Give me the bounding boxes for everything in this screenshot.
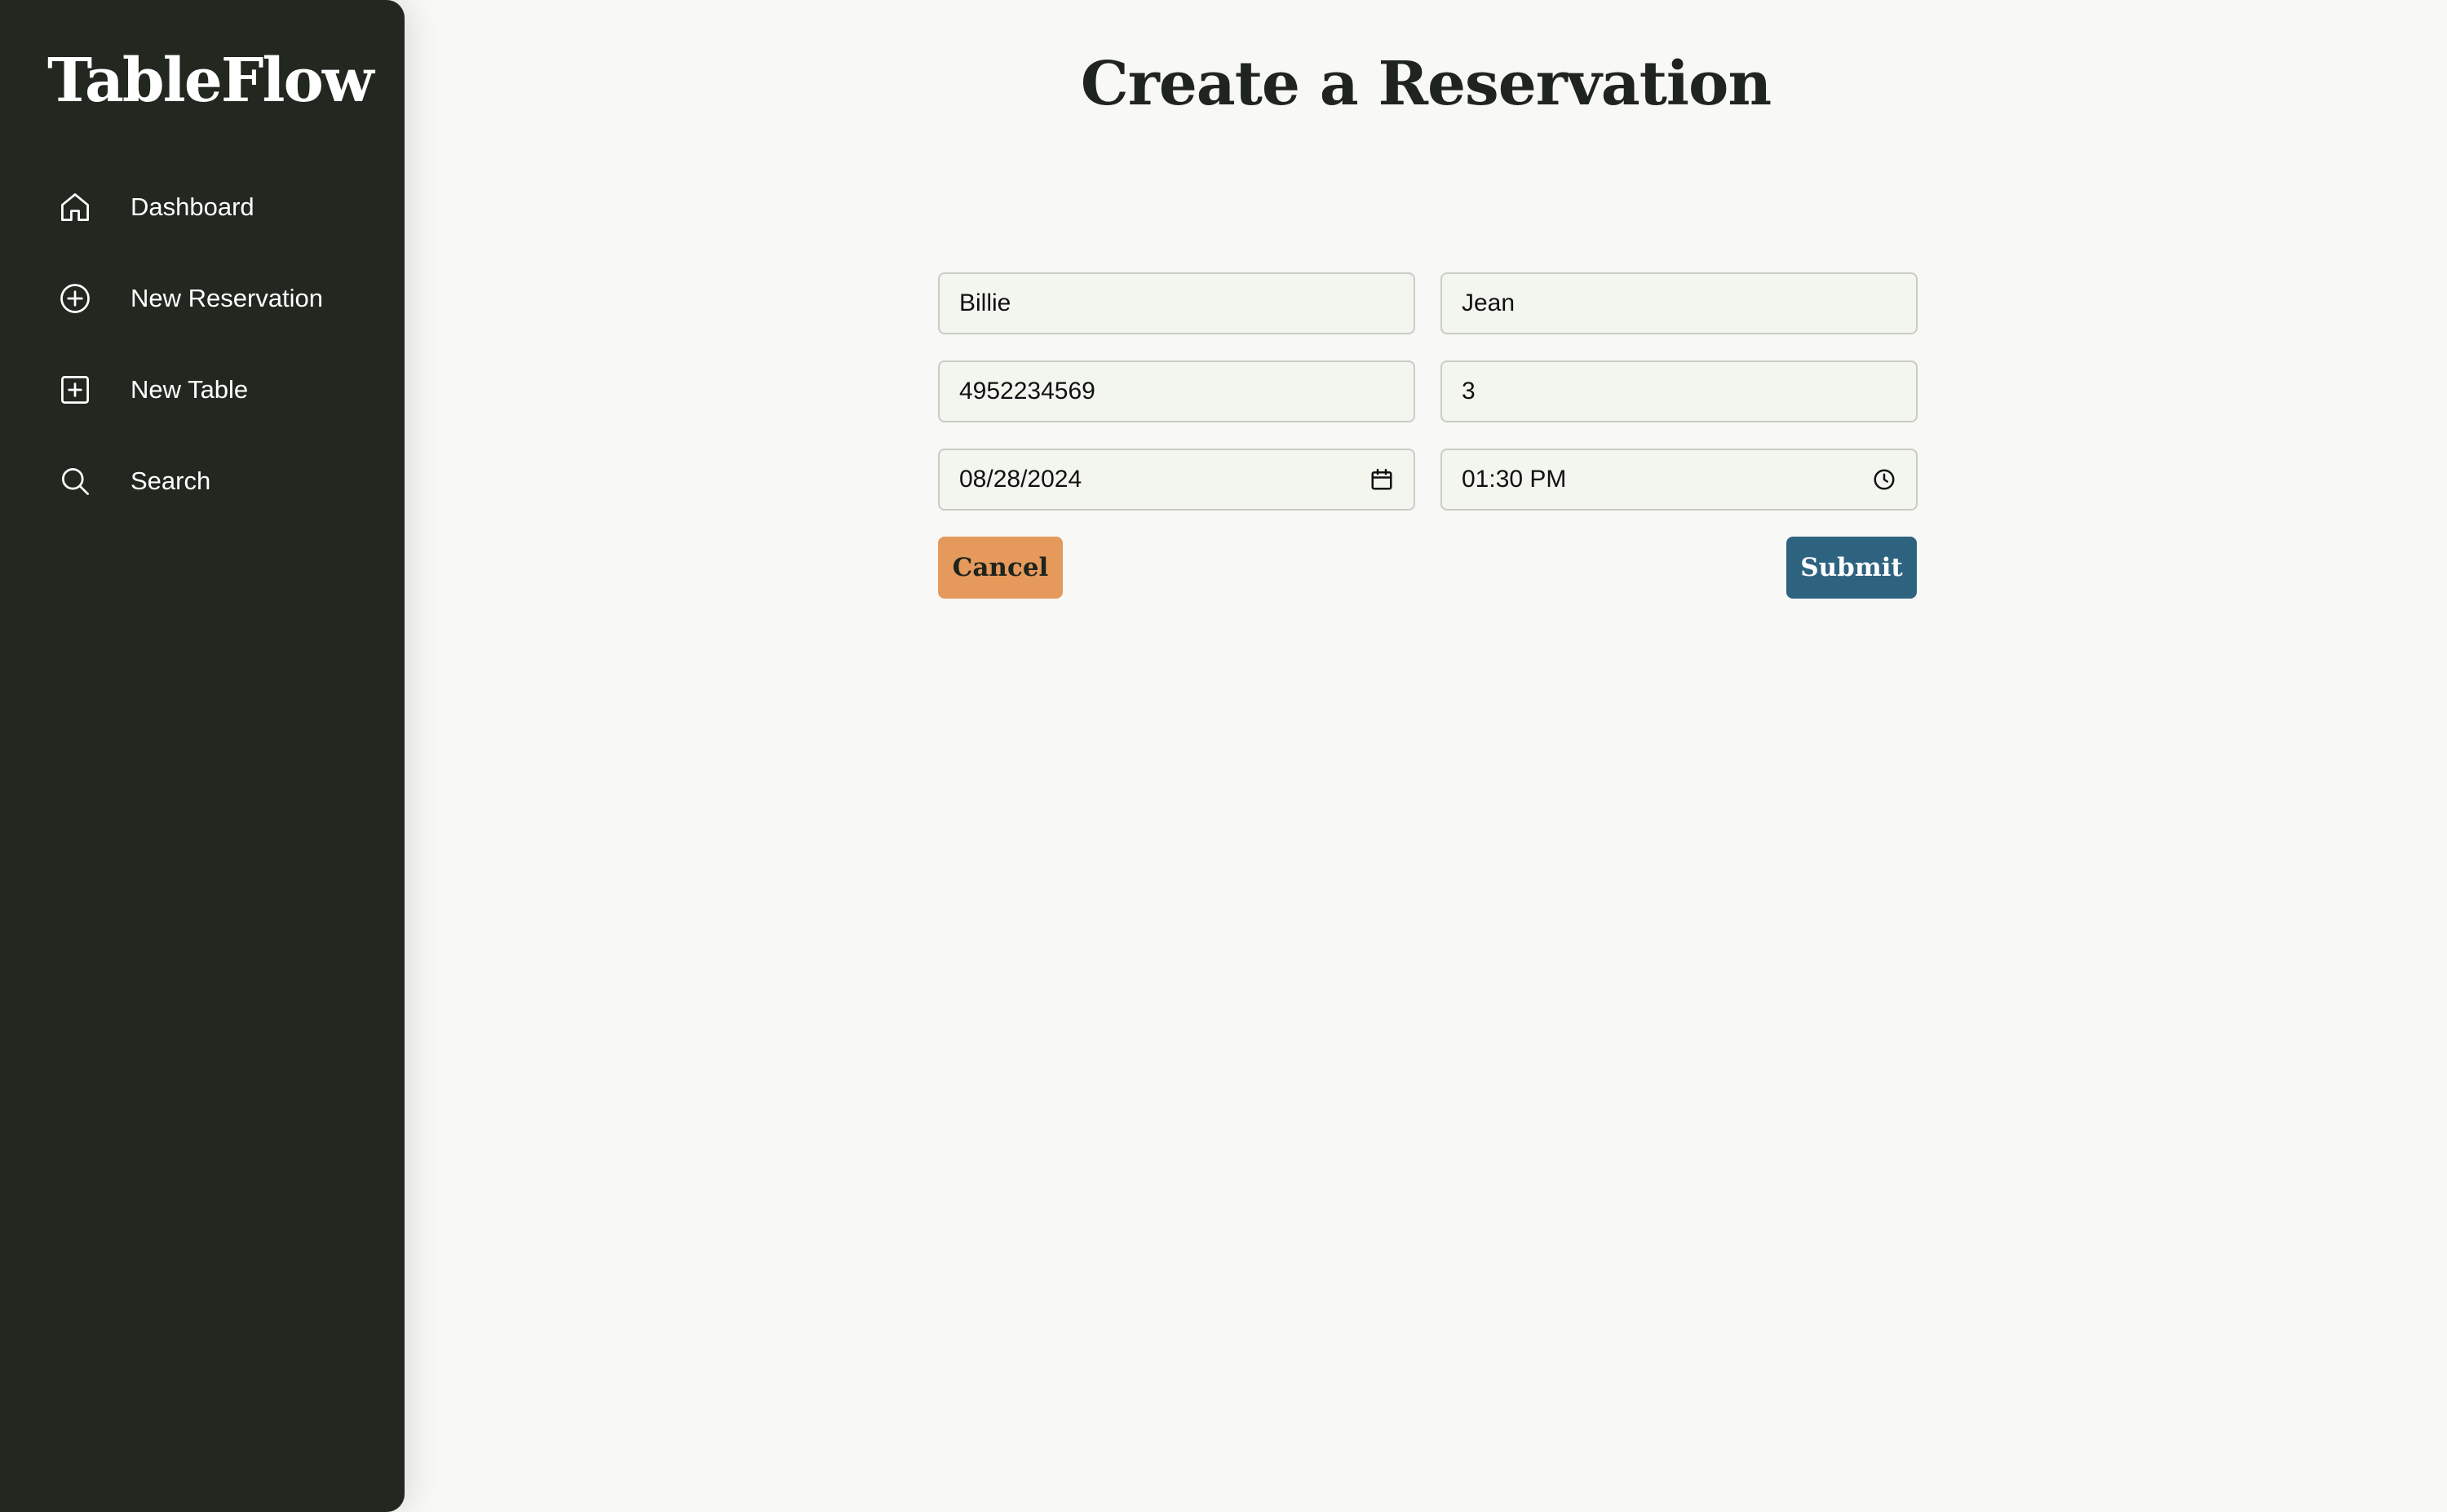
- sidebar-item-label: Search: [131, 466, 211, 495]
- home-icon: [61, 193, 89, 221]
- time-input[interactable]: [1462, 466, 1865, 493]
- last-name-input[interactable]: [1462, 290, 1896, 317]
- last-name-field: [1440, 272, 1918, 334]
- plus-square-icon: [61, 376, 89, 404]
- sidebar-item-label: New Table: [131, 375, 249, 404]
- plus-circle-icon: [60, 284, 90, 313]
- search-icon: [61, 467, 89, 495]
- time-field: [1440, 449, 1918, 511]
- cancel-button[interactable]: Cancel: [938, 537, 1063, 599]
- brand-logo[interactable]: TableFlow: [47, 46, 374, 116]
- sidebar-item-search[interactable]: Search: [57, 453, 383, 510]
- submit-button[interactable]: Submit: [1786, 537, 1917, 599]
- calendar-icon[interactable]: [1370, 467, 1394, 492]
- first-name-input[interactable]: [959, 290, 1394, 317]
- date-field: [938, 449, 1415, 511]
- phone-field: [938, 360, 1415, 422]
- sidebar-item-label: Dashboard: [131, 192, 254, 221]
- sidebar-item-dashboard[interactable]: Dashboard: [57, 179, 383, 236]
- clock-icon[interactable]: [1872, 467, 1896, 492]
- page-title: Create a Reservation: [1080, 49, 1772, 119]
- sidebar-item-new-table[interactable]: New Table: [57, 361, 383, 418]
- date-input[interactable]: [959, 466, 1363, 493]
- sidebar: TableFlow Dashboard New Reservation New …: [0, 0, 405, 1512]
- party-size-field: [1440, 360, 1918, 422]
- party-size-input[interactable]: [1462, 378, 1896, 405]
- sidebar-item-label: New Reservation: [131, 284, 324, 312]
- first-name-field: [938, 272, 1415, 334]
- phone-input[interactable]: [959, 378, 1394, 405]
- sidebar-item-new-reservation[interactable]: New Reservation: [57, 270, 383, 327]
